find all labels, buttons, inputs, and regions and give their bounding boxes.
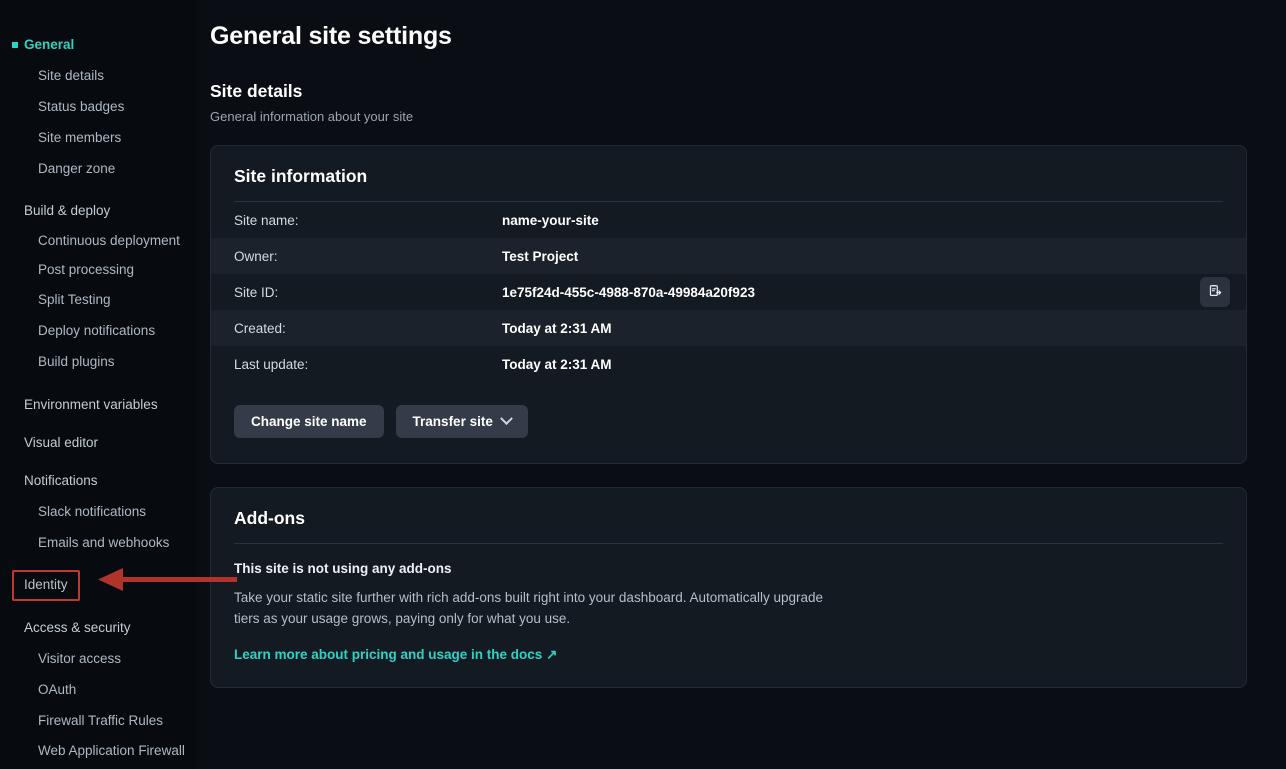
sidebar-item-oauth[interactable]: OAuth (0, 675, 196, 706)
button-label: Change site name (251, 414, 367, 429)
sidebar-item-label: Split Testing (38, 292, 111, 308)
row-value: Test Project (502, 248, 579, 264)
addons-card: Add-ons This site is not using any add-o… (210, 487, 1247, 688)
card-title: Add-ons (234, 508, 305, 528)
table-row: Site name: name-your-site (211, 202, 1246, 238)
sidebar-item-label: Identity (24, 577, 68, 593)
sidebar-item-label: Emails and webhooks (38, 534, 170, 550)
sidebar-item-label: OAuth (38, 682, 77, 698)
table-row: Created: Today at 2:31 AM (211, 310, 1246, 346)
button-label: Transfer site (412, 414, 493, 429)
sidebar-item-access-security[interactable]: Access & security (0, 613, 196, 644)
sidebar-group-notifications: Notifications Slack notifications Emails… (0, 466, 196, 559)
sidebar-item-label: Web Application Firewall (38, 742, 185, 758)
row-label: Created: (234, 320, 286, 336)
row-value: name-your-site (502, 212, 599, 228)
sidebar-group-build-deploy: Build & deploy Continuous deployment Pos… (0, 196, 196, 378)
sidebar-item-label: Environment variables (24, 397, 158, 413)
sidebar-item-emails-and-webhooks[interactable]: Emails and webhooks (0, 528, 196, 559)
copy-site-id-button[interactable] (1200, 277, 1230, 307)
sidebar-item-site-details[interactable]: Site details (0, 61, 196, 92)
sidebar-item-label: Access & security (24, 620, 131, 636)
external-link-arrow-icon: ↗ (546, 646, 558, 662)
site-information-actions: Change site name Transfer site (211, 382, 1246, 463)
settings-sidebar: General Site details Status badges Site … (0, 0, 196, 769)
site-information-table: Site name: name-your-site Owner: Test Pr… (211, 202, 1246, 382)
sidebar-item-notifications[interactable]: Notifications (0, 466, 196, 497)
sidebar-item-label: Continuous deployment (38, 233, 180, 249)
table-row: Owner: Test Project (211, 238, 1246, 274)
addons-docs-link[interactable]: Learn more about pricing and usage in th… (234, 647, 557, 662)
addons-empty-heading: This site is not using any add-ons (234, 561, 452, 576)
row-value: 1e75f24d-455c-4988-870a-49984a20f923 (502, 284, 755, 300)
app-root: General Site details Status badges Site … (0, 0, 1286, 769)
active-bullet-icon (12, 42, 18, 49)
table-row: Site ID: 1e75f24d-455c-4988-870a-49984a2… (211, 274, 1246, 310)
addons-body: This site is not using any add-ons Take … (211, 544, 1246, 687)
table-row: Last update: Today at 2:31 AM (211, 346, 1246, 382)
main-content: General site settings Site details Gener… (196, 0, 1286, 769)
sidebar-item-label: General (24, 37, 75, 52)
site-information-card: Site information Site name: name-your-si… (210, 145, 1247, 464)
section-title-site-details: Site details (210, 81, 303, 101)
sidebar-item-label: Visitor access (38, 651, 122, 667)
chevron-down-icon (499, 412, 513, 426)
sidebar-item-label: Danger zone (38, 160, 116, 176)
change-site-name-button[interactable]: Change site name (234, 405, 384, 438)
sidebar-item-identity[interactable]: Identity (12, 570, 80, 602)
sidebar-item-label: Slack notifications (38, 503, 147, 519)
row-label: Site ID: (234, 284, 279, 300)
copy-clipboard-icon (1208, 283, 1223, 301)
sidebar-item-continuous-deployment[interactable]: Continuous deployment (0, 227, 196, 254)
sidebar-item-build-plugins[interactable]: Build plugins (0, 347, 196, 378)
sidebar-item-site-members[interactable]: Site members (0, 123, 196, 154)
sidebar-item-label: Post processing (38, 261, 135, 277)
transfer-site-button[interactable]: Transfer site (395, 405, 528, 438)
sidebar-item-deploy-notifications[interactable]: Deploy notifications (0, 316, 196, 347)
page-title: General site settings (210, 22, 452, 50)
addons-description: Take your static site further with rich … (234, 590, 824, 626)
sidebar-group-access-security: Access & security Visitor access OAuth F… (0, 613, 196, 764)
card-header: Add-ons (211, 488, 1246, 543)
sidebar-item-split-testing[interactable]: Split Testing (0, 285, 196, 316)
sidebar-item-web-application-firewall[interactable]: Web Application Firewall (0, 737, 196, 764)
sidebar-item-label: Site members (38, 129, 122, 145)
sidebar-group-general: General Site details Status badges Site … (0, 30, 196, 184)
sidebar-item-label: Status badges (38, 98, 125, 114)
section-subtitle: General information about your site (210, 109, 414, 124)
row-label: Last update: (234, 356, 309, 372)
sidebar-item-visitor-access[interactable]: Visitor access (0, 644, 196, 675)
sidebar-item-post-processing[interactable]: Post processing (0, 255, 196, 286)
row-label: Owner: (234, 248, 278, 264)
sidebar-item-build-deploy[interactable]: Build & deploy (0, 196, 196, 227)
sidebar-item-label: Visual editor (24, 434, 99, 450)
link-label: Learn more about pricing and usage in th… (234, 646, 543, 662)
sidebar-item-visual-editor[interactable]: Visual editor (0, 428, 196, 459)
sidebar-item-label: Site details (38, 67, 105, 83)
sidebar-item-slack-notifications[interactable]: Slack notifications (0, 497, 196, 528)
sidebar-item-firewall-traffic-rules[interactable]: Firewall Traffic Rules (0, 706, 196, 737)
sidebar-item-label: Firewall Traffic Rules (38, 712, 164, 728)
sidebar-item-label: Notifications (24, 472, 98, 488)
sidebar-item-label: Deploy notifications (38, 323, 156, 339)
sidebar-item-status-badges[interactable]: Status badges (0, 92, 196, 123)
sidebar-item-label: Build plugins (38, 354, 115, 370)
card-title: Site information (234, 166, 368, 186)
card-header: Site information (211, 146, 1246, 201)
sidebar-item-general[interactable]: General (0, 30, 196, 61)
sidebar-item-danger-zone[interactable]: Danger zone (0, 154, 196, 185)
sidebar-item-environment-variables[interactable]: Environment variables (0, 390, 196, 421)
row-value: Today at 2:31 AM (502, 320, 612, 336)
row-value: Today at 2:31 AM (502, 356, 612, 372)
row-label: Site name: (234, 212, 299, 228)
sidebar-item-label: Build & deploy (24, 203, 111, 219)
